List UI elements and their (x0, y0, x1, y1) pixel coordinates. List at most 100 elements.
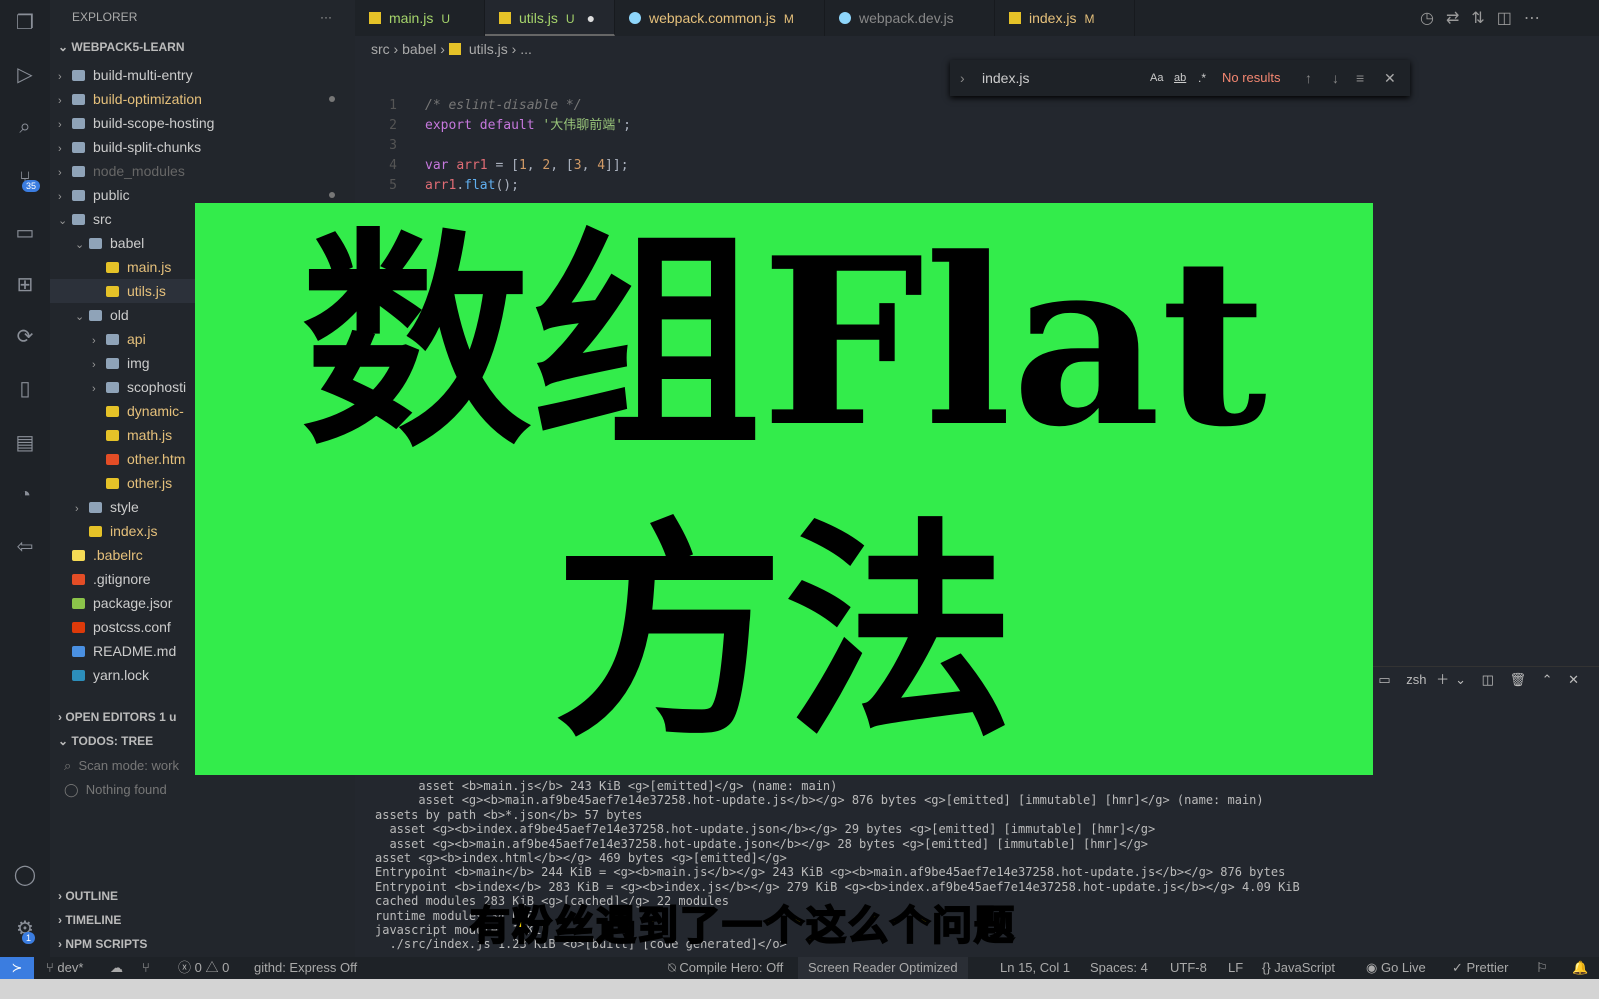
find-in-selection-icon[interactable]: ≡ (1356, 60, 1364, 96)
extensions-icon[interactable]: ⊞ (12, 272, 38, 298)
line-number: 1 (389, 98, 397, 113)
tab-utils-js[interactable]: utils.js U ● (485, 0, 615, 36)
cloud-sync-icon[interactable]: ☁ (110, 957, 123, 979)
git-graph-icon[interactable]: ◔ (12, 482, 38, 508)
js-icon (106, 262, 119, 273)
chevron-icon: › (58, 191, 62, 203)
crumb-src[interactable]: src (371, 41, 390, 57)
js-icon (106, 430, 119, 441)
eol[interactable]: LF (1228, 957, 1243, 979)
unsaved-dot[interactable]: ● (587, 10, 595, 26)
account-icon[interactable]: ◯ (12, 862, 38, 888)
remote-indicator[interactable]: ≻ (0, 957, 34, 979)
todos-label: TODOS: TREE (71, 734, 154, 748)
crumb-file[interactable]: utils.js (469, 41, 508, 57)
terminal-icon[interactable]: ▤ (12, 430, 38, 456)
tab-bar: main.js Uutils.js U ● webpack.common.js Mwebp… (355, 0, 1599, 36)
tree-item-label: old (110, 307, 129, 323)
tree-item[interactable]: › build-multi-entry (50, 63, 355, 87)
regex-toggle[interactable]: .* (1198, 60, 1206, 96)
scan-mode[interactable]: ⌕ Scan mode: work (64, 758, 179, 774)
nothing-found: ◯ Nothing found (64, 782, 167, 797)
tree-item-label: README.md (93, 643, 177, 659)
terminal-shell[interactable]: zsh (1406, 672, 1426, 687)
tab-index-js[interactable]: index.js M (995, 0, 1135, 36)
js-icon (499, 12, 511, 24)
tree-item-label: style (110, 499, 139, 515)
outline-section[interactable]: › OUTLINE (50, 889, 118, 903)
tree-item[interactable]: › build-optimization (50, 87, 355, 111)
explorer-icon[interactable]: ❐ (12, 10, 38, 36)
js-icon (89, 526, 102, 537)
postcss-icon (72, 622, 85, 633)
chevron-icon: › (92, 359, 96, 371)
prettier[interactable]: ✓ Prettier (1452, 957, 1508, 979)
next-match-icon[interactable]: ↓ (1332, 60, 1339, 96)
tab-webpack-common-js[interactable]: webpack.common.js M (615, 0, 825, 36)
folder-icon (72, 94, 85, 105)
screen-reader[interactable]: Screen Reader Optimized (798, 957, 968, 979)
match-case-toggle[interactable]: Aa (1150, 60, 1163, 96)
git-icon[interactable]: ⑂ (142, 957, 150, 979)
go-live[interactable]: ◉ Go Live (1366, 957, 1426, 979)
tree-item-label: scophosti (127, 379, 187, 395)
todos-section[interactable]: ⌄ TODOS: TREE (50, 734, 153, 748)
tree-item-label: package.jsor (93, 595, 173, 611)
tree-item-label: .babelrc (93, 547, 143, 563)
problems[interactable]: ⓧ 0 △ 0 (178, 957, 229, 979)
prev-match-icon[interactable]: ↑ (1305, 60, 1312, 96)
crumb-symbol[interactable]: ... (520, 41, 532, 57)
sync-icon[interactable]: ⟳ (12, 324, 38, 350)
language[interactable]: {} JavaScript (1262, 957, 1335, 979)
line-number: 2 (389, 118, 397, 133)
crumb-babel[interactable]: babel (402, 41, 436, 57)
tree-item[interactable]: › build-split-chunks (50, 135, 355, 159)
remote-icon[interactable]: ▭ (12, 220, 38, 246)
prettier-label: Prettier (1466, 960, 1509, 975)
tree-item-label: api (127, 331, 146, 347)
terminal-line: asset <g><b>main.af9be45aef7e14e37258.ho… (375, 793, 1264, 808)
tab-status: U (441, 12, 451, 26)
notifications-icon[interactable]: 🔔 (1572, 957, 1588, 979)
open-editors-label: OPEN EDITORS (65, 710, 156, 724)
close-icon[interactable]: ✕ (1384, 60, 1396, 96)
overlay-title-line2: 方法 (553, 498, 1014, 768)
run-debug-icon[interactable]: ▷ (12, 62, 38, 88)
folder-icon (72, 214, 85, 225)
tree-item-label: dynamic- (127, 403, 184, 419)
folder-icon (89, 502, 102, 513)
tree-item-label: node_modules (93, 163, 185, 179)
tab-main-js[interactable]: main.js U (355, 0, 485, 36)
tree-item[interactable]: › node_modules (50, 159, 355, 183)
open-editors-section[interactable]: › OPEN EDITORS 1 u (50, 710, 177, 724)
branch[interactable]: ⑂ dev* (46, 957, 83, 979)
chevron-icon: › (58, 95, 62, 107)
githd-status[interactable]: githd: Express Off (254, 957, 357, 979)
line-number: 3 (389, 138, 397, 153)
encoding[interactable]: UTF-8 (1170, 957, 1207, 979)
indentation[interactable]: Spaces: 4 (1090, 957, 1148, 979)
notebook-icon[interactable]: ▯ (12, 376, 38, 402)
npm-scripts-section[interactable]: › NPM SCRIPTS (50, 937, 147, 951)
cursor-position[interactable]: Ln 15, Col 1 (1000, 957, 1070, 979)
js-icon (448, 43, 461, 55)
timeline-section[interactable]: › TIMELINE (50, 913, 121, 927)
terminal-actions[interactable]: ▭ zsh ＋⌄ ◫ 🗑 ⌃ ✕ (1378, 669, 1585, 688)
workspace-root[interactable]: ⌄ WEBPACK5-LEARN (50, 40, 185, 54)
whole-word-toggle[interactable]: ab (1174, 60, 1186, 96)
chevron-icon: › (92, 383, 96, 395)
deploy-icon[interactable]: ⇦ (12, 534, 38, 560)
tree-item[interactable]: › build-scope-hosting (50, 111, 355, 135)
compile-hero-label: Compile Hero: Off (679, 960, 784, 975)
modified-dot (329, 192, 335, 198)
js-icon (106, 286, 119, 297)
toggle-replace-icon[interactable]: › (960, 60, 965, 96)
compile-hero[interactable]: ⍉ Compile Hero: Off (668, 957, 783, 979)
feedback-icon[interactable]: ⚐ (1536, 957, 1548, 979)
search-icon[interactable]: ⌕ (12, 114, 38, 140)
tab-webpack-dev-js[interactable]: webpack.dev.js (825, 0, 995, 36)
editor-actions[interactable]: ◷⇄⇅◫⋯ (1420, 8, 1552, 28)
more-actions-icon[interactable]: ··· (320, 0, 332, 34)
tree-item-label: main.js (127, 259, 172, 275)
find-input[interactable]: index.js (982, 60, 1029, 96)
